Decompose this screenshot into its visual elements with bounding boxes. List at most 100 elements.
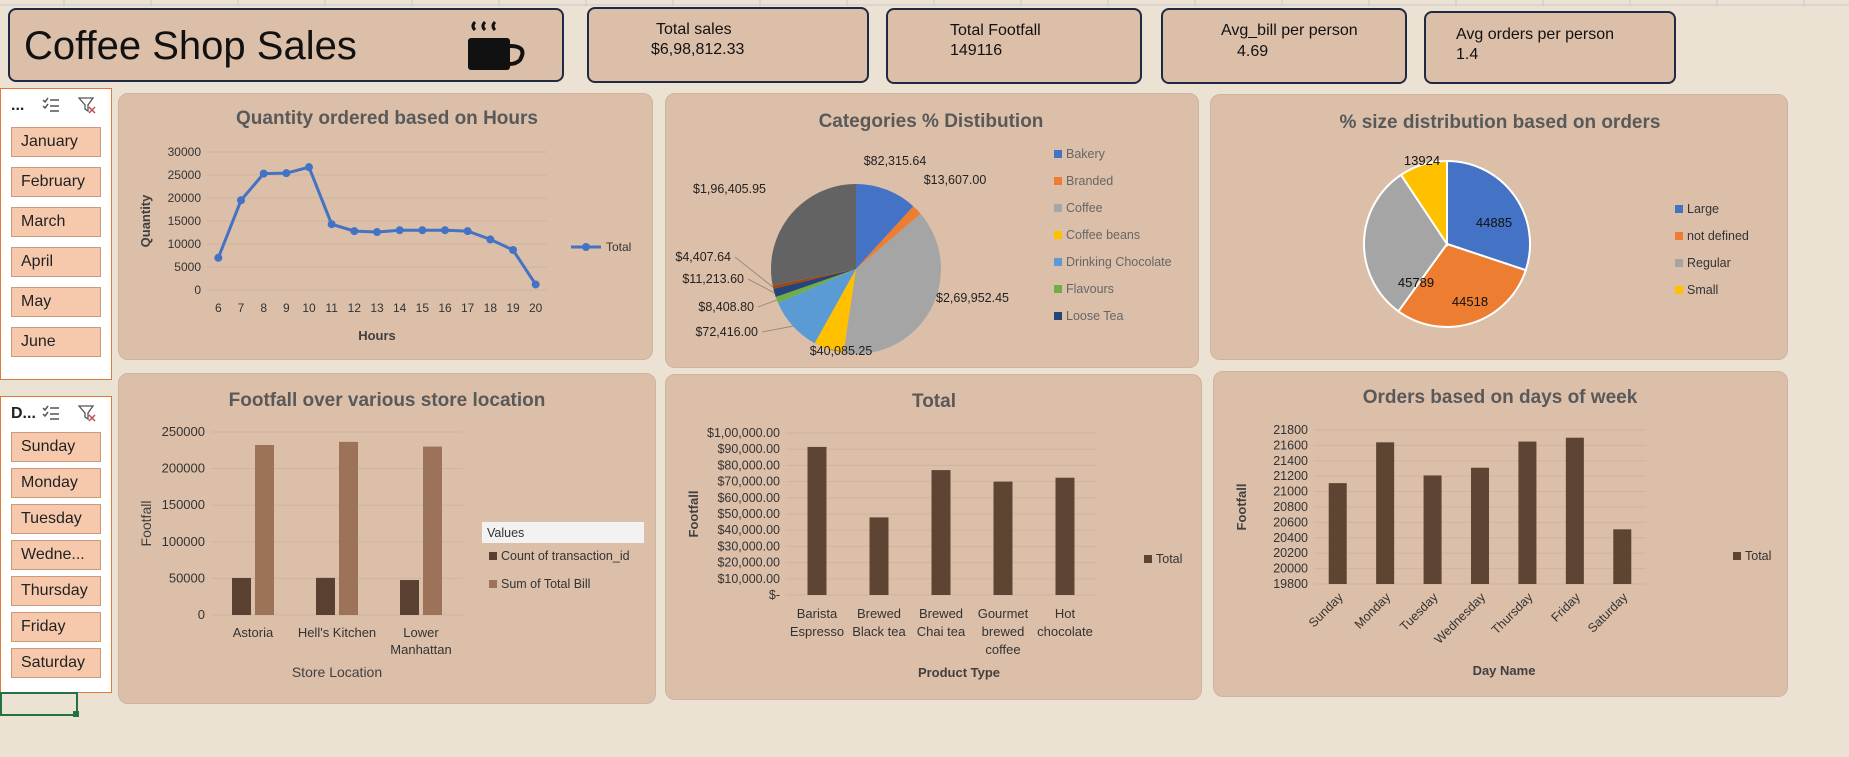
bar — [1423, 475, 1442, 584]
multi-select-icon[interactable] — [41, 95, 61, 115]
kpi-total-footfall: Total Footfall 149116 — [886, 8, 1142, 84]
y-axis-label: Quantity — [138, 194, 153, 247]
y-tick-label: 250000 — [162, 424, 205, 439]
y-tick-label: 200000 — [162, 461, 205, 476]
data-point — [486, 235, 495, 244]
x-tick-label: 9 — [283, 301, 290, 315]
day-slicer[interactable]: D... Sunday Monday Tuesday Wedne... Thursday… — [0, 396, 112, 693]
legend-swatch — [1675, 286, 1683, 294]
day-slicer-item[interactable]: Tuesday — [11, 504, 101, 534]
kpi-total-sales: Total sales $6,98,812.33 — [587, 7, 869, 83]
x-tick-label: Astoria — [233, 625, 274, 640]
legend-swatch — [1054, 285, 1062, 293]
month-slicer-item[interactable]: June — [11, 327, 101, 357]
legend-label: not defined — [1687, 229, 1749, 243]
chart-title: Orders based on days of week — [1363, 387, 1638, 408]
day-slicer-item[interactable]: Sunday — [11, 432, 101, 462]
leader-line — [747, 278, 775, 294]
legend-swatch — [1054, 258, 1062, 266]
x-tick-label: 7 — [238, 301, 245, 315]
month-slicer-item[interactable]: April — [11, 247, 101, 277]
x-axis-label: Product Type — [918, 665, 1000, 680]
x-tick-label: Espresso — [790, 624, 844, 639]
legend-label: Total — [1156, 552, 1182, 566]
x-tick-label: 10 — [302, 301, 316, 315]
clear-filter-icon[interactable] — [77, 95, 97, 115]
x-tick-label: Hell's Kitchen — [298, 625, 376, 640]
y-tick-label: $90,000.00 — [717, 442, 780, 456]
x-tick-label: Saturday — [1585, 590, 1631, 636]
x-axis-label: Store Location — [292, 664, 382, 680]
x-tick-label: 6 — [215, 301, 222, 315]
panel-products: Total $- $10,000.00 $20,000.00 $30,000.00 $40… — [665, 374, 1202, 700]
month-slicer-header: ... — [11, 97, 25, 114]
bar — [232, 577, 251, 615]
bar — [931, 470, 951, 595]
bar — [1471, 467, 1489, 584]
x-tick-label: chocolate — [1037, 624, 1093, 639]
coffee-cup-icon — [468, 20, 525, 70]
chart-categories: Categories % Distibution $82,315.64 $13,60… — [675, 111, 1172, 358]
legend-label: Total — [1745, 549, 1771, 563]
x-tick-label: 15 — [416, 301, 430, 315]
x-tick-label: Tuesday — [1397, 590, 1441, 634]
chart-title: % size distribution based on orders — [1340, 112, 1661, 133]
y-tick-label: $50,000.00 — [717, 507, 780, 521]
data-point — [237, 196, 245, 205]
day-slicer-item[interactable]: Wedne... — [11, 540, 101, 570]
y-tick-label: 5000 — [174, 260, 201, 274]
legend-swatch — [1054, 150, 1062, 158]
multi-select-icon[interactable] — [41, 403, 61, 423]
y-tick-label: 19800 — [1273, 577, 1308, 591]
legend-swatch — [1054, 204, 1062, 212]
day-slicer-item[interactable]: Monday — [11, 468, 101, 498]
data-point — [214, 253, 223, 262]
month-slicer-item[interactable]: May — [11, 287, 101, 317]
clear-filter-icon[interactable] — [77, 403, 97, 423]
y-tick-label: $10,000.00 — [717, 572, 780, 586]
month-slicer-item[interactable]: February — [11, 167, 101, 197]
day-slicer-item[interactable]: Thursday — [11, 576, 101, 606]
legend-label: Flavours — [1066, 282, 1114, 296]
y-tick-label: 21800 — [1273, 423, 1308, 437]
y-tick-label: $80,000.00 — [717, 458, 780, 472]
y-tick-label: 15000 — [168, 214, 202, 228]
kpi-value: 149116 — [950, 42, 1003, 59]
y-tick-label: 100000 — [162, 534, 205, 549]
x-tick-label: 13 — [370, 301, 384, 315]
month-slicer[interactable]: ... January February March April May June — [0, 88, 112, 380]
legend-label: Branded — [1066, 174, 1113, 188]
legend-label: Small — [1687, 283, 1718, 297]
chart-days: Orders based on days of week 1980020000 20… — [1234, 387, 1771, 678]
x-tick-label: 8 — [260, 301, 267, 315]
y-axis-label: Footfall — [1234, 484, 1249, 531]
leader-line — [761, 325, 794, 333]
day-slicer-item[interactable]: Friday — [11, 612, 101, 642]
y-tick-label: 50000 — [169, 570, 205, 585]
y-tick-label: 20000 — [1273, 562, 1308, 576]
bar — [339, 441, 358, 615]
x-tick-label: Black tea — [852, 624, 906, 639]
month-slicer-item[interactable]: March — [11, 207, 101, 237]
month-slicer-item[interactable]: January — [11, 127, 101, 157]
legend-label: Drinking Chocolate — [1066, 255, 1172, 269]
data-label: 13924 — [1404, 153, 1440, 168]
y-tick-label: 0 — [194, 283, 201, 297]
day-slicer-item[interactable]: Saturday — [11, 648, 101, 678]
y-tick-label: $40,000.00 — [717, 523, 780, 537]
bar — [807, 446, 827, 595]
bar — [1518, 441, 1537, 584]
y-tick-label: 20200 — [1273, 546, 1308, 560]
kpi-value: 4.69 — [1237, 43, 1269, 60]
panel-days: Orders based on days of week 19800 20000 20… — [1213, 371, 1788, 697]
fill-handle[interactable] — [73, 711, 79, 717]
chart-title: Total — [912, 391, 956, 412]
x-tick-label: Wednesday — [1432, 590, 1489, 647]
panel-stores: Footfall over various store location 0 500… — [118, 373, 656, 704]
data-point — [463, 227, 472, 236]
y-tick-label: 21200 — [1273, 469, 1308, 483]
selected-cell[interactable] — [0, 692, 78, 716]
legend-label: Bakery — [1066, 147, 1106, 161]
data-label: $8,408.80 — [698, 300, 754, 314]
x-tick-label: Brewed — [857, 606, 901, 621]
